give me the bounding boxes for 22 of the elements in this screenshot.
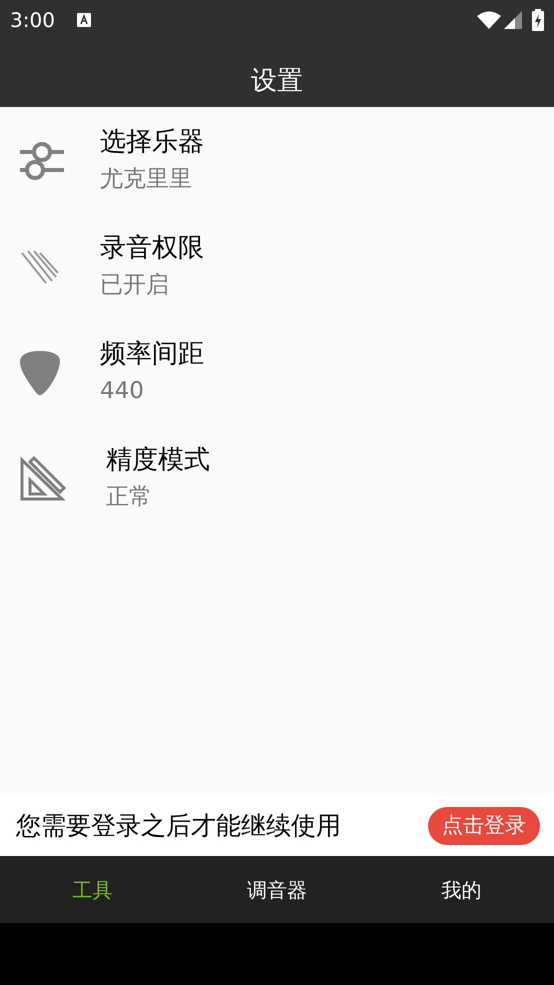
bottom-tab[interactable]: 调音器	[184, 856, 370, 923]
setting-title[interactable]: 录音权限	[100, 229, 204, 267]
setting-title[interactable]: 精度模式	[106, 441, 210, 479]
setting-value: 已开启	[100, 271, 170, 300]
status-time: 3:00	[10, 7, 55, 34]
signal-icon	[504, 11, 522, 29]
setting-value: 尤克里里	[100, 165, 193, 194]
setting-value: 440	[100, 377, 145, 406]
login-prompt: 您需要登录之后才能继续使用	[16, 810, 341, 842]
page-title: 设置	[251, 65, 303, 98]
setting-title[interactable]: 选择乐器	[100, 123, 204, 161]
bottom-tab[interactable]: 工具	[0, 856, 185, 923]
triangle-ruler-icon	[20, 456, 66, 502]
bottom-tab[interactable]: 我的	[369, 856, 554, 923]
login-button[interactable]: 点击登录	[428, 806, 540, 844]
setting-value: 正常	[106, 483, 153, 512]
sliders-icon	[20, 140, 64, 182]
wifi-icon	[477, 11, 501, 29]
setting-title[interactable]: 频率间距	[100, 335, 204, 373]
guitar-pick-icon	[20, 350, 60, 396]
battery-charging-icon	[532, 9, 544, 31]
keyboard-notification-icon	[76, 13, 91, 27]
